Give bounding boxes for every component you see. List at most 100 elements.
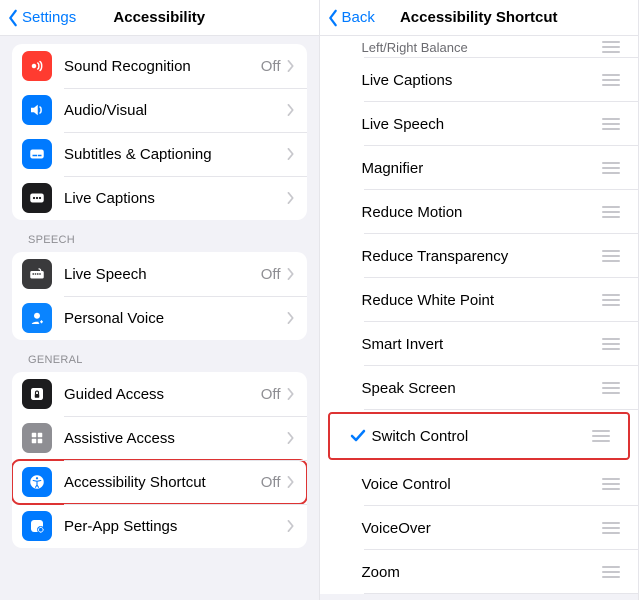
row-assistive-access[interactable]: Assistive Access bbox=[12, 416, 307, 460]
row-label: Live Captions bbox=[64, 190, 287, 207]
row-label: Reduce Transparency bbox=[362, 248, 599, 265]
row-status: Off bbox=[261, 386, 281, 403]
settings-group: Live SpeechOff Personal Voice bbox=[12, 252, 307, 340]
lock-icon bbox=[22, 379, 52, 409]
drag-handle-icon[interactable] bbox=[588, 426, 614, 446]
chevron-right-icon bbox=[287, 388, 295, 400]
chevron-left-icon bbox=[326, 9, 340, 27]
row-accessibility-shortcut[interactable]: Accessibility ShortcutOff bbox=[12, 460, 307, 504]
row-label: Per-App Settings bbox=[64, 518, 287, 535]
row-audio-visual[interactable]: Audio/Visual bbox=[12, 88, 307, 132]
drag-handle-icon[interactable] bbox=[598, 114, 624, 134]
chevron-right-icon bbox=[287, 520, 295, 532]
row-status: Off bbox=[261, 474, 281, 491]
chevron-right-icon bbox=[287, 104, 295, 116]
row-label: Personal Voice bbox=[64, 310, 287, 327]
row-label: Voice Control bbox=[362, 476, 599, 493]
chevron-right-icon bbox=[287, 312, 295, 324]
navbar-left: Settings Accessibility bbox=[0, 0, 319, 36]
right-scroll[interactable]: Left/Right Balance Live Captions Live Spee… bbox=[320, 36, 639, 600]
row-label: Audio/Visual bbox=[64, 102, 287, 119]
row-per-app[interactable]: Per-App Settings bbox=[12, 504, 307, 548]
row-live-speech[interactable]: Live SpeechOff bbox=[12, 252, 307, 296]
row-label: VoiceOver bbox=[362, 520, 599, 537]
chevron-left-icon bbox=[6, 9, 20, 27]
row-label: Magnifier bbox=[362, 160, 599, 177]
row-status: Off bbox=[261, 58, 281, 75]
drag-handle-icon[interactable] bbox=[598, 158, 624, 178]
chevron-right-icon bbox=[287, 268, 295, 280]
row-voice-control[interactable]: Voice Control bbox=[320, 462, 639, 506]
chevron-right-icon bbox=[287, 60, 295, 72]
row-label: Speak Screen bbox=[362, 380, 599, 397]
row-reduce-white-point[interactable]: Reduce White Point bbox=[320, 278, 639, 322]
row-subtitles[interactable]: Subtitles & Captioning bbox=[12, 132, 307, 176]
row-label: Sound Recognition bbox=[64, 58, 261, 75]
row-zoom[interactable]: Zoom bbox=[320, 550, 639, 594]
row-label: Left/Right Balance bbox=[362, 40, 599, 55]
row-smart-invert[interactable]: Smart Invert bbox=[320, 322, 639, 366]
drag-handle-icon[interactable] bbox=[598, 246, 624, 266]
row-voiceover[interactable]: VoiceOver bbox=[320, 506, 639, 550]
back-button[interactable]: Back bbox=[320, 9, 375, 27]
row-partial-top[interactable]: Left/Right Balance bbox=[320, 36, 639, 58]
row-speak-screen[interactable]: Speak Screen bbox=[320, 366, 639, 410]
drag-handle-icon[interactable] bbox=[598, 37, 624, 57]
back-button-settings[interactable]: Settings bbox=[0, 9, 76, 27]
drag-handle-icon[interactable] bbox=[598, 474, 624, 494]
drag-handle-icon[interactable] bbox=[598, 518, 624, 538]
row-personal-voice[interactable]: Personal Voice bbox=[12, 296, 307, 340]
row-live-captions[interactable]: Live Captions bbox=[320, 58, 639, 102]
perapp-icon bbox=[22, 511, 52, 541]
left-scroll[interactable]: Sound RecognitionOffAudio/VisualSubtitle… bbox=[0, 36, 319, 600]
shortcut-list: Left/Right Balance Live Captions Live Spee… bbox=[320, 36, 639, 594]
row-label: Live Captions bbox=[362, 72, 599, 89]
drag-handle-icon[interactable] bbox=[598, 378, 624, 398]
section-header: GENERAL bbox=[0, 340, 319, 372]
chevron-right-icon bbox=[287, 432, 295, 444]
row-sound-recognition[interactable]: Sound RecognitionOff bbox=[12, 44, 307, 88]
row-live-speech[interactable]: Live Speech bbox=[320, 102, 639, 146]
row-status: Off bbox=[261, 266, 281, 283]
drag-handle-icon[interactable] bbox=[598, 334, 624, 354]
drag-handle-icon[interactable] bbox=[598, 202, 624, 222]
row-label: Accessibility Shortcut bbox=[64, 474, 261, 491]
row-label: Assistive Access bbox=[64, 430, 287, 447]
row-label: Switch Control bbox=[372, 428, 589, 445]
back-label: Back bbox=[342, 9, 375, 26]
person-icon bbox=[22, 303, 52, 333]
caption-icon bbox=[22, 139, 52, 169]
row-label: Reduce White Point bbox=[362, 292, 599, 309]
row-guided-access[interactable]: Guided AccessOff bbox=[12, 372, 307, 416]
settings-accessibility-pane: Settings Accessibility Sound Recognition… bbox=[0, 0, 320, 600]
settings-group: Sound RecognitionOff Audio/Visual Subtitle… bbox=[12, 44, 307, 220]
navbar-right: Back Accessibility Shortcut bbox=[320, 0, 639, 36]
accessibility-shortcut-pane: Back Accessibility Shortcut Left/Right B… bbox=[320, 0, 639, 600]
checkmark-icon bbox=[344, 428, 372, 444]
row-label: Live Speech bbox=[64, 266, 261, 283]
row-label: Smart Invert bbox=[362, 336, 599, 353]
row-label: Reduce Motion bbox=[362, 204, 599, 221]
keyboard-icon bbox=[22, 259, 52, 289]
section-header: SPEECH bbox=[0, 220, 319, 252]
back-label: Settings bbox=[22, 9, 76, 26]
speaker-icon bbox=[22, 95, 52, 125]
drag-handle-icon[interactable] bbox=[598, 290, 624, 310]
drag-handle-icon[interactable] bbox=[598, 562, 624, 582]
chevron-right-icon bbox=[287, 476, 295, 488]
drag-handle-icon[interactable] bbox=[598, 70, 624, 90]
access-icon bbox=[22, 467, 52, 497]
settings-group: Guided AccessOffAssistive AccessAccessib… bbox=[12, 372, 307, 548]
row-reduce-motion[interactable]: Reduce Motion bbox=[320, 190, 639, 234]
livecap-icon bbox=[22, 183, 52, 213]
row-live-captions[interactable]: Live Captions bbox=[12, 176, 307, 220]
row-reduce-transparency[interactable]: Reduce Transparency bbox=[320, 234, 639, 278]
sound-icon bbox=[22, 51, 52, 81]
chevron-right-icon bbox=[287, 148, 295, 160]
row-label: Subtitles & Captioning bbox=[64, 146, 287, 163]
row-label: Guided Access bbox=[64, 386, 261, 403]
row-switch-control[interactable]: Switch Control bbox=[330, 414, 629, 458]
row-magnifier[interactable]: Magnifier bbox=[320, 146, 639, 190]
row-label: Live Speech bbox=[362, 116, 599, 133]
grid-icon bbox=[22, 423, 52, 453]
